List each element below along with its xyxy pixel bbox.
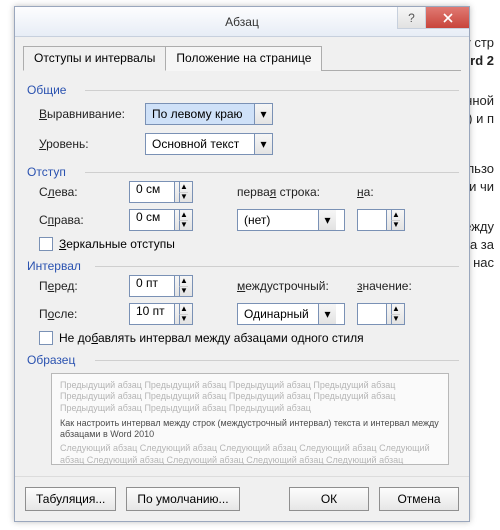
ok-button[interactable]: ОК <box>289 487 369 511</box>
first-line-combo[interactable]: (нет)▾ <box>237 209 345 231</box>
dont-add-space-check[interactable]: Не добавлять интервал между абзацами одн… <box>39 331 459 345</box>
linespacing-label: междустрочный: <box>237 279 329 293</box>
at-label: значение: <box>357 279 412 293</box>
indent-left-spin[interactable]: 0 см▲▼ <box>129 181 193 203</box>
group-preview: Образец <box>25 347 459 369</box>
titlebar[interactable]: Абзац ? <box>15 7 469 37</box>
indent-right-spin[interactable]: 0 см▲▼ <box>129 209 193 231</box>
help-button[interactable]: ? <box>397 7 425 29</box>
paragraph-dialog: Абзац ? Отступы и интервалы Положение на… <box>14 6 470 522</box>
level-label: Уровень: <box>39 137 139 151</box>
indent-left-label: Слева: <box>39 185 78 199</box>
preview-next: Следующий абзац Следующий абзац Следующи… <box>60 443 440 465</box>
mirror-indents-check[interactable]: Зеркальные отступы <box>39 237 459 251</box>
indent-right-label: Справа: <box>39 213 84 227</box>
close-button[interactable] <box>425 7 469 29</box>
first-by-label: на: <box>357 185 374 199</box>
alignment-value: По левому краю <box>146 107 254 121</box>
before-label: Перед: <box>39 279 78 293</box>
preview-main: Как настроить интервал между строк (межд… <box>60 418 440 440</box>
chevron-down-icon: ▾ <box>254 134 272 154</box>
preview-box: Предыдущий абзац Предыдущий абзац Предыд… <box>51 373 449 465</box>
dont-add-space-label: Не добавлять интервал между абзацами одн… <box>59 331 364 345</box>
chevron-down-icon: ▾ <box>318 304 336 324</box>
first-line-label: первая строка: <box>237 185 320 199</box>
preview-prev: Предыдущий абзац Предыдущий абзац Предыд… <box>60 380 440 414</box>
checkbox-icon <box>39 331 53 345</box>
question-icon: ? <box>408 11 415 25</box>
tab-position[interactable]: Положение на странице <box>166 46 322 71</box>
dialog-title: Абзац <box>225 15 259 29</box>
close-icon <box>443 13 453 23</box>
dialog-footer: Табуляция... По умолчанию... ОК Отмена <box>15 476 469 521</box>
first-by-spin[interactable]: ▲▼ <box>357 209 405 231</box>
dialog-body: Общие ВВыравнивание:ыравнивание: По лево… <box>15 71 469 476</box>
group-spacing: Интервал <box>25 253 459 275</box>
alignment-combo[interactable]: По левому краю ▾ <box>145 103 273 125</box>
tabs-button[interactable]: Табуляция... <box>25 487 116 511</box>
cancel-button[interactable]: Отмена <box>379 487 459 511</box>
before-spin[interactable]: 0 пт▲▼ <box>129 275 193 297</box>
after-spin[interactable]: 10 пт▲▼ <box>129 303 193 325</box>
after-label: После: <box>39 307 77 321</box>
chevron-down-icon: ▾ <box>318 210 336 230</box>
level-combo[interactable]: Основной текст ▾ <box>145 133 273 155</box>
alignment-label: ВВыравнивание:ыравнивание: <box>39 107 139 121</box>
tab-indents[interactable]: Отступы и интервалы <box>23 46 166 71</box>
at-spin[interactable]: ▲▼ <box>357 303 405 325</box>
checkbox-icon <box>39 237 53 251</box>
chevron-down-icon: ▾ <box>254 104 272 124</box>
default-button[interactable]: По умолчанию... <box>126 487 239 511</box>
mirror-indents-label: Зеркальные отступы <box>59 237 175 251</box>
group-indent: Отступ <box>25 159 459 181</box>
tab-bar: Отступы и интервалы Положение на страниц… <box>23 45 461 71</box>
level-value: Основной текст <box>146 137 254 151</box>
group-general: Общие <box>25 77 459 99</box>
linespacing-combo[interactable]: Одинарный▾ <box>237 303 345 325</box>
